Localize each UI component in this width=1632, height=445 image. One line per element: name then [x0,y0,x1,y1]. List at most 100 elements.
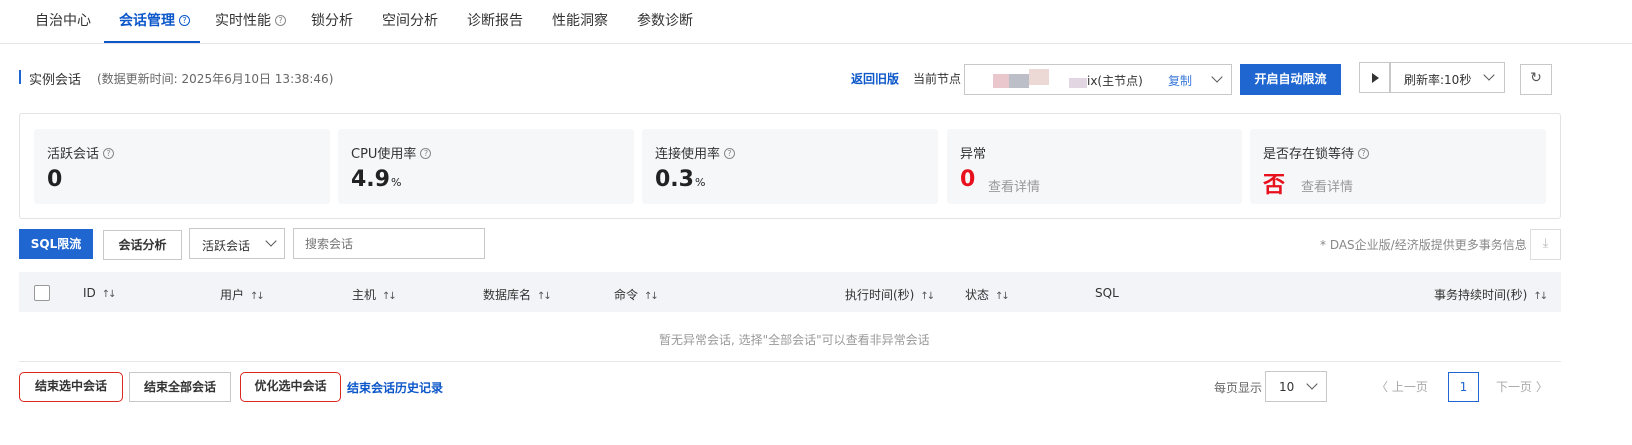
prev-page-label: 上一页 [1391,380,1428,394]
tab-label: 锁分析 [311,13,353,29]
tab-performance-insight[interactable]: 性能洞察 [552,0,608,43]
select-all-checkbox[interactable] [34,285,50,301]
value-number: 4.9 [351,167,390,192]
sort-icon[interactable]: ↑↓ [102,289,117,300]
tab-diagnosis-report[interactable]: 诊断报告 [467,0,523,43]
next-page-button[interactable]: 下一页 〉 [1496,378,1548,395]
page-title: 实例会话 [29,73,82,88]
optimize-selected-sessions-button[interactable]: 优化选中会话 [240,372,341,402]
metric-value: 0 [47,167,62,192]
session-filter-value: 活跃会话 [202,239,251,253]
node-select[interactable]: ix(主节点) 复制 [964,64,1232,95]
chevron-down-icon [1211,71,1223,83]
page-number-current[interactable]: 1 [1448,372,1479,402]
chevron-down-icon [1483,69,1495,81]
back-old-version-link[interactable]: 返回旧版 [851,70,899,87]
sort-icon[interactable]: ↑↓ [995,291,1010,302]
column-header-state[interactable]: 状态 ↑↓ [965,286,1010,303]
sort-icon[interactable]: ↑↓ [382,291,397,302]
chevron-down-icon [1306,378,1318,390]
tab-label: 性能洞察 [552,13,608,29]
tab-realtime-performance[interactable]: 实时性能? [215,0,286,43]
view-details-link[interactable]: 查看详情 [1301,176,1353,195]
tab-session-management[interactable]: 会话管理? [104,0,200,43]
metric-card-active-sessions: 活跃会话? 0 [34,129,330,204]
tab-label: 实时性能 [215,13,271,29]
metric-label: 异常 [960,147,987,162]
column-header-exec-time[interactable]: 执行时间(秒) ↑↓ [845,286,935,303]
sort-icon[interactable]: ↑↓ [644,291,659,302]
play-button[interactable] [1359,62,1390,93]
masked-node-name [1029,69,1049,85]
metric-card-lock-wait: 是否存在锁等待? 否 查看详情 [1250,129,1546,204]
metric-label: CPU使用率 [351,147,417,162]
sort-icon[interactable]: ↑↓ [250,291,265,302]
auto-limit-button[interactable]: 开启自动限流 [1240,64,1341,95]
metric-value: 0 [960,167,976,192]
empty-state-message: 暂无异常会话, 选择"全部会话"可以查看非异常会话 [659,333,930,347]
chevron-down-icon [265,235,277,247]
session-filter-select[interactable]: 活跃会话 [189,228,285,259]
metric-value: 否 [1263,173,1286,198]
metric-card-cpu-usage: CPU使用率? 4.9% [338,129,634,204]
refresh-button[interactable]: ↻ [1520,64,1552,95]
page-size-select[interactable]: 10 [1265,371,1327,402]
help-icon[interactable]: ? [179,15,190,26]
sql-limit-button[interactable]: SQL限流 [19,229,93,259]
column-header-trx-duration[interactable]: 事务持续时间(秒) ↑↓ [1434,286,1548,303]
column-label: ID [83,286,96,300]
column-header-user[interactable]: 用户 ↑↓ [220,286,265,303]
view-details-link[interactable]: 查看详情 [988,176,1040,195]
sort-icon[interactable]: ↑↓ [1533,291,1548,302]
value-number: 0 [47,167,63,192]
tab-label: 会话管理 [119,13,175,29]
session-analysis-button[interactable]: 会话分析 [103,230,182,260]
help-icon[interactable]: ? [103,148,115,159]
tab-label: 自治中心 [35,13,91,29]
help-icon[interactable]: ? [724,148,736,159]
column-header-host[interactable]: 主机 ↑↓ [352,286,397,303]
help-icon[interactable]: ? [1358,148,1370,159]
title-accent-bar [19,70,21,84]
session-search-input[interactable] [293,228,485,259]
next-page-label: 下一页 [1496,380,1533,394]
end-selected-sessions-button[interactable]: 结束选中会话 [19,372,123,402]
help-icon[interactable]: ? [420,148,432,159]
refresh-rate-select[interactable]: 刷新率:10秒 [1390,62,1505,93]
tab-parameter-diagnosis[interactable]: 参数诊断 [637,0,693,43]
masked-node-name [1069,78,1087,88]
column-label: 主机 [352,288,377,302]
tab-lock-analysis[interactable]: 锁分析 [311,0,353,43]
metric-label: 是否存在锁等待 [1263,147,1355,162]
value-unit: % [390,176,402,189]
column-label: 状态 [965,288,990,302]
top-tab-bar: 自治中心 会话管理? 实时性能? 锁分析 空间分析 诊断报告 性能洞察 参数诊断 [0,0,1632,44]
column-header-id[interactable]: ID ↑↓ [83,286,117,300]
column-header-database[interactable]: 数据库名 ↑↓ [483,286,552,303]
masked-node-name [993,74,1009,88]
masked-node-name [1009,74,1029,88]
play-icon [1372,73,1379,83]
column-header-sql: SQL [1095,286,1119,300]
tab-space-analysis[interactable]: 空间分析 [382,0,438,43]
download-button[interactable]: ⤓ [1530,229,1561,260]
column-label: 用户 [220,288,245,302]
sort-icon[interactable]: ↑↓ [920,291,935,302]
tab-autonomy-center[interactable]: 自治中心 [35,0,91,43]
prev-page-button[interactable]: 〈 上一页 [1376,378,1428,395]
metric-card-anomaly: 异常 0 查看详情 [947,129,1242,204]
chevron-left-icon: 〈 [1376,380,1389,394]
value-number: 0.3 [655,167,694,192]
column-label: 命令 [614,288,639,302]
end-session-history-link[interactable]: 结束会话历史记录 [347,379,443,396]
node-role: ix(主节点) [1087,74,1143,88]
download-icon: ⤓ [1542,236,1549,251]
copy-link[interactable]: 复制 [1168,72,1192,89]
column-header-command[interactable]: 命令 ↑↓ [614,286,659,303]
refresh-icon: ↻ [1530,70,1542,86]
page-size-value: 10 [1279,380,1295,394]
refresh-rate-value: 刷新率:10秒 [1404,73,1472,87]
help-icon[interactable]: ? [275,15,286,26]
sort-icon[interactable]: ↑↓ [537,291,552,302]
end-all-sessions-button[interactable]: 结束全部会话 [129,372,231,402]
